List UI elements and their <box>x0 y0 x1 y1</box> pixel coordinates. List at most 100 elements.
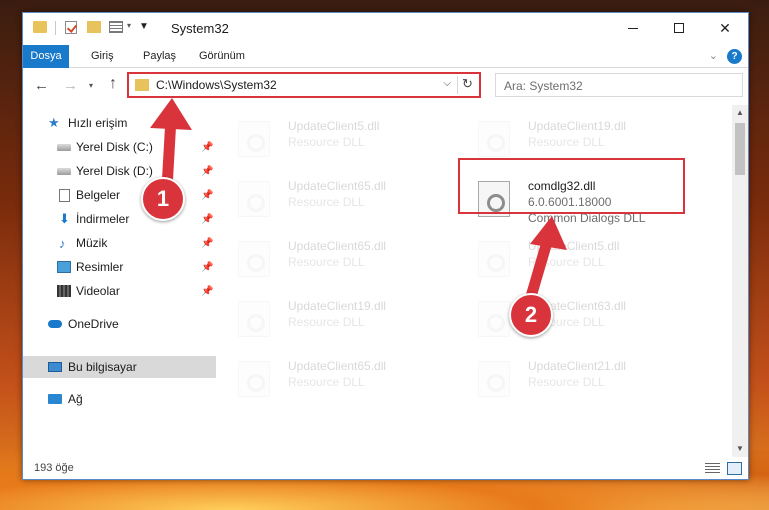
tab-file[interactable]: Dosya <box>23 45 69 68</box>
separator <box>55 21 56 35</box>
file-description: Resource DLL <box>288 135 365 149</box>
highlight-box <box>458 158 685 214</box>
file-name: UpdateClient5.dll <box>288 119 380 133</box>
tab-home[interactable]: Giriş <box>83 45 122 68</box>
sidebar-item-label: Yerel Disk (C:) <box>76 140 153 154</box>
sidebar-item-local-disk-c[interactable]: Yerel Disk (C:) 📌 <box>23 136 216 158</box>
quick-access-toolbar-dropdown-icon[interactable]: ▼ <box>139 21 149 32</box>
dll-file-icon <box>478 301 510 337</box>
pin-icon: 📌 <box>201 189 214 201</box>
file-name: UpdateClient65.dll <box>288 359 387 373</box>
sidebar-item-label: İndirmeler <box>76 212 130 226</box>
file-description: Resource DLL <box>288 195 365 209</box>
sidebar-item-music[interactable]: ♪ Müzik 📌 <box>23 232 216 254</box>
scroll-thumb[interactable] <box>735 123 745 175</box>
file-explorer-window: ▾ ▼ System32 ✕ Dosya Giriş Paylaş Görünü… <box>22 12 749 480</box>
chevron-down-icon[interactable]: ▾ <box>127 21 131 30</box>
file-item[interactable]: UpdateClient65.dll Resource DLL <box>218 233 448 285</box>
details-view-icon[interactable] <box>705 463 720 474</box>
file-description: Resource DLL <box>288 315 365 329</box>
sidebar-item-local-disk-d[interactable]: Yerel Disk (D:) 📌 <box>23 160 216 182</box>
large-icons-view-icon[interactable] <box>727 462 742 475</box>
forward-arrow-icon[interactable]: → <box>63 77 78 94</box>
pin-icon: 📌 <box>201 141 214 153</box>
annotation-badge-1: 1 <box>141 177 185 221</box>
file-item[interactable]: UpdateClient19.dll Resource DLL <box>218 293 448 345</box>
file-item[interactable]: UpdateClient65.dll Resource DLL <box>218 353 448 405</box>
status-bar: 193 öğe <box>23 457 748 479</box>
cloud-icon <box>48 320 62 328</box>
recent-locations-chevron-icon[interactable]: ▾ <box>89 81 93 90</box>
address-bar[interactable]: C:\Windows\System32 ⌵ ↻ <box>127 72 481 98</box>
dll-file-icon <box>478 241 510 277</box>
dll-file-icon <box>478 361 510 397</box>
new-folder-icon[interactable] <box>87 21 101 33</box>
pictures-icon <box>57 261 71 273</box>
pin-icon: 📌 <box>201 285 214 297</box>
tab-share[interactable]: Paylaş <box>135 45 184 68</box>
music-icon: ♪ <box>59 235 66 251</box>
file-item[interactable]: UpdateClient5.dll Resource DLL <box>458 233 688 285</box>
address-toolbar: ← → ▾ ↑ C:\Windows\System32 ⌵ ↻ Ara: Sys… <box>23 69 748 103</box>
expand-ribbon-chevron-icon[interactable]: ⌄ <box>709 49 718 62</box>
sidebar-item-documents[interactable]: Belgeler 📌 <box>23 184 216 206</box>
sidebar-item-label: Belgeler <box>76 188 121 202</box>
dll-file-icon <box>478 121 510 157</box>
sidebar-item-videos[interactable]: Videolar 📌 <box>23 280 216 302</box>
chevron-down-icon[interactable]: ⌵ <box>443 78 451 89</box>
address-path[interactable]: C:\Windows\System32 <box>156 78 277 92</box>
scroll-down-icon[interactable]: ▼ <box>732 441 748 457</box>
drive-icon <box>57 167 71 175</box>
pin-icon: 📌 <box>201 213 214 225</box>
sidebar-item-this-pc[interactable]: Bu bilgisayar <box>23 356 216 378</box>
quick-access-customize-icon[interactable] <box>109 21 123 33</box>
sidebar-item-downloads[interactable]: ⬇ İndirmeler 📌 <box>23 208 216 230</box>
file-description: Resource DLL <box>288 375 365 389</box>
maximize-icon <box>674 23 684 33</box>
dll-file-icon <box>238 361 270 397</box>
tab-view[interactable]: Görünüm <box>191 45 253 68</box>
file-item[interactable]: UpdateClient21.dll Resource DLL <box>458 353 688 405</box>
documents-icon <box>59 188 70 202</box>
sidebar-item-pictures[interactable]: Resimler 📌 <box>23 256 216 278</box>
help-icon[interactable]: ? <box>727 49 742 64</box>
properties-checkmark-icon[interactable] <box>65 21 77 34</box>
file-name: UpdateClient5.dll <box>528 239 620 253</box>
file-item[interactable]: UpdateClient65.dll Resource DLL <box>218 173 448 225</box>
pin-icon: 📌 <box>201 165 214 177</box>
back-arrow-icon[interactable]: ← <box>34 77 49 94</box>
up-arrow-icon[interactable]: ↑ <box>109 75 117 93</box>
network-icon <box>48 394 62 404</box>
pin-icon: 📌 <box>201 237 214 249</box>
sidebar-item-quick-access[interactable]: ★ Hızlı erişim <box>23 112 216 134</box>
drive-icon <box>57 143 71 151</box>
videos-icon <box>57 285 71 297</box>
vertical-scrollbar[interactable]: ▲ ▼ <box>732 105 748 457</box>
sidebar-item-network[interactable]: Ağ <box>23 388 216 410</box>
file-description: Resource DLL <box>528 255 605 269</box>
refresh-icon[interactable]: ↻ <box>457 76 475 94</box>
title-bar: ▾ ▼ System32 ✕ <box>23 13 748 45</box>
search-placeholder: Ara: System32 <box>504 79 583 93</box>
folder-icon <box>33 21 47 33</box>
file-item[interactable]: UpdateClient63.dll Resource DLL <box>458 293 688 345</box>
star-icon: ★ <box>48 115 60 130</box>
sidebar-item-label: Müzik <box>76 236 108 250</box>
dll-file-icon <box>238 181 270 217</box>
file-name: UpdateClient19.dll <box>288 299 387 313</box>
sidebar-item-label: Yerel Disk (D:) <box>76 164 153 178</box>
file-description: Resource DLL <box>288 255 365 269</box>
item-count: 193 öğe <box>34 462 74 474</box>
scroll-up-icon[interactable]: ▲ <box>732 105 748 121</box>
file-name: UpdateClient65.dll <box>288 179 387 193</box>
sidebar-item-onedrive[interactable]: OneDrive <box>23 313 216 335</box>
file-description: Resource DLL <box>528 375 605 389</box>
close-button[interactable]: ✕ <box>702 13 748 43</box>
minimize-button[interactable] <box>610 13 656 43</box>
dll-file-icon <box>238 301 270 337</box>
maximize-button[interactable] <box>656 13 702 43</box>
dll-file-icon <box>238 121 270 157</box>
search-input[interactable]: Ara: System32 <box>495 73 743 97</box>
annotation-badge-2: 2 <box>509 293 553 337</box>
file-item[interactable]: UpdateClient5.dll Resource DLL <box>218 113 448 165</box>
